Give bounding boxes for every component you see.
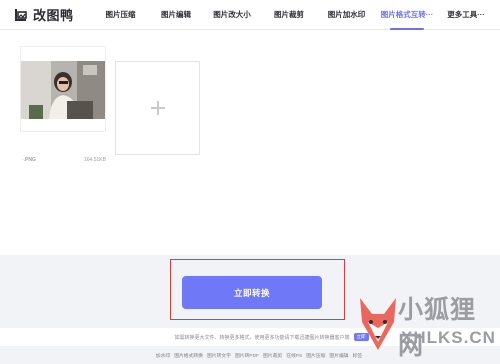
logo[interactable]: 改图鸭: [13, 5, 74, 24]
file-size: 164.51KB: [84, 157, 106, 163]
tip-text: · 如需转换更大文件、转换更多格式，使用更多功能请下载迅捷图片转换器客户端: [171, 334, 350, 341]
logo-text: 改图鸭: [33, 8, 74, 23]
upload-panel: ·.PNG 164.51KB: [0, 30, 500, 255]
nav-item-edit[interactable]: 图片编辑: [149, 0, 203, 30]
nav-item-watermark[interactable]: 图片加水印: [317, 0, 376, 30]
watermark-cn: 小狐狸网: [398, 295, 477, 360]
plus-icon: [150, 101, 165, 115]
image-thumbnail[interactable]: [20, 46, 106, 132]
nav-item-resize[interactable]: 图片改大小: [203, 0, 261, 30]
top-header: 改图鸭 图片压缩 图片编辑 图片改大小 图片裁剪 图片加水印 图片格式互转···…: [0, 0, 500, 30]
footer-link[interactable]: 在线PS: [286, 352, 302, 359]
footer-link[interactable]: 图片转PDF: [235, 352, 259, 359]
footer-link[interactable]: 图片转文字: [207, 352, 231, 359]
thumbnail-photo: [21, 47, 105, 131]
add-image-button[interactable]: [115, 61, 200, 155]
nav-item-more-tools[interactable]: 更多工具···: [438, 0, 494, 30]
nav-item-crop[interactable]: 图片裁剪: [261, 0, 317, 30]
file-name: ·.PNG: [22, 157, 36, 163]
footer-link[interactable]: 图片编辑: [329, 352, 348, 359]
watermark-en: XHLKS.CN: [401, 328, 496, 347]
convert-now-button[interactable]: 立即转换: [182, 276, 322, 309]
footer-link[interactable]: 图片裁剪: [263, 352, 282, 359]
nav-item-compress[interactable]: 图片压缩: [92, 0, 149, 30]
fox-logo-icon: [360, 298, 396, 350]
footer-link[interactable]: 图片压缩: [306, 352, 325, 359]
logo-icon: [13, 7, 29, 23]
footer-link[interactable]: 图片格式转换: [174, 352, 203, 359]
site-watermark: 小狐狸网 XHLKS.CN: [352, 288, 500, 364]
nav-item-format-convert[interactable]: 图片格式互转···: [376, 0, 438, 30]
footer-link[interactable]: 加水印: [156, 352, 170, 359]
main-nav: 图片压缩 图片编辑 图片改大小 图片裁剪 图片加水印 图片格式互转··· 更多工…: [92, 0, 494, 30]
